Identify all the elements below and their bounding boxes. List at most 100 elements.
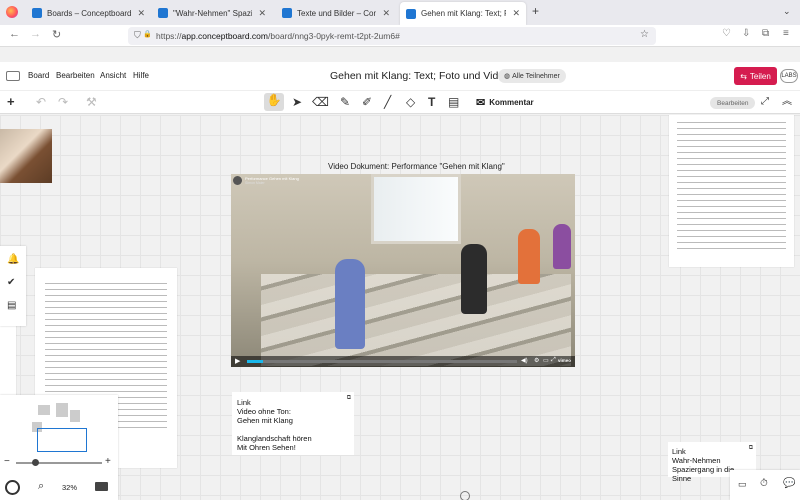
hand-tool-icon[interactable]: ✋ [264,93,284,111]
minimap-panel: − + ⌕ 32% [0,395,118,500]
share-button[interactable]: ⇆ Teilen [734,67,777,85]
eraser-icon[interactable]: ⌫ [312,95,329,109]
lock-icon[interactable]: 🔒 [143,30,152,38]
collapse-icon[interactable]: ︽ [782,95,792,109]
tab-label: Gehen mit Klang: Text; Foto und [421,9,506,18]
pocket-icon[interactable]: ♡ [722,28,731,39]
external-link-icon[interactable]: ⧉ [749,444,753,453]
bottom-drag-handle-icon[interactable] [460,491,470,500]
tab-gehen-mit-klang[interactable]: Gehen mit Klang: Text; Foto und ✕ [400,2,526,25]
video-controls: ▶ ◀) ⚙ ▭ ⤢ vimeo [231,356,575,367]
external-link-icon[interactable]: ⧉ [347,394,351,403]
check-circle-icon[interactable]: ✔ [7,277,15,288]
settings-gear-icon[interactable]: ⚙ [534,357,539,364]
labs-badge[interactable]: LABS [780,69,798,83]
shield-icon[interactable]: ⛉ [134,30,141,41]
link-line: Wahr-Nehmen [672,456,721,465]
back-arrow-icon[interactable]: ← [9,28,20,40]
link-line: Klanglandschaft hören [237,434,312,443]
photo-stairs[interactable] [0,129,52,183]
menu-icon[interactable]: ≡ [783,28,789,39]
video-progress-bar[interactable] [247,360,517,363]
zoom-slider-thumb[interactable] [32,459,39,466]
tab-wahr-nehmen[interactable]: "Wahr-Nehmen" Spaziergang in ✕ [152,3,272,23]
left-side-rail: 🔔 ✔ ▤ [0,246,26,326]
edit-mode-toggle[interactable]: Bearbeiten [710,97,756,109]
zoom-slider[interactable] [16,459,102,466]
chat-bubble-icon[interactable]: 💬 [783,478,795,489]
pip-icon[interactable]: ▭ [543,357,549,364]
zoom-in-button[interactable]: + [105,456,111,467]
list-all-tabs-icon[interactable]: ⌄ [783,6,791,17]
list-icon[interactable]: ▤ [7,300,16,311]
undo-icon[interactable]: ↶ [36,95,46,109]
tab-texte-und-bilder[interactable]: Texte und Bilder – Conceptbo ✕ [276,3,396,23]
shapes-icon[interactable]: ◇ [406,95,415,109]
add-icon[interactable]: + [7,95,15,109]
zoom-level[interactable]: 32% [62,483,77,492]
video-channel[interactable]: Simon Maier [245,181,299,185]
reload-icon[interactable]: ↻ [52,28,61,41]
vimeo-logo[interactable]: vimeo [558,358,571,363]
chat-icon[interactable] [6,71,20,81]
comment-button[interactable]: ✉ Kommentar [476,96,534,109]
marker-icon[interactable]: ✐ [362,95,372,109]
comment-icon: ✉ [476,97,486,109]
text-card-right[interactable] [669,115,794,267]
select-pointer-icon[interactable]: ➤ [292,95,302,109]
video-person-purple [553,224,571,269]
line-icon[interactable]: ╱ [384,95,391,109]
volume-icon[interactable]: ◀) [521,357,528,364]
zoom-out-button[interactable]: − [4,456,10,467]
firefox-icon[interactable] [6,6,18,18]
url-host: app.conceptboard.com [181,31,268,41]
bookmark-star-icon[interactable]: ☆ [640,29,649,40]
redo-icon[interactable]: ↷ [58,95,68,109]
zoom-magnifier-icon[interactable]: ⌕ [38,480,44,493]
close-icon[interactable]: ✕ [252,8,266,19]
navigation-compass-icon[interactable] [5,480,20,495]
video-person-orange [518,229,540,284]
share-icon: ⇆ [740,71,747,81]
menu-hilfe[interactable]: Hilfe [133,71,149,80]
embedded-video[interactable]: Performance Gehen mit Klang Simon Maier … [231,174,575,367]
menu-bearbeiten[interactable]: Bearbeiten [56,71,95,80]
menu-board[interactable]: Board [28,71,49,80]
pen-icon[interactable]: ✎ [340,95,350,109]
timer-icon[interactable]: ⏱ [760,478,768,489]
text-icon[interactable]: T [428,95,435,109]
forward-arrow-icon[interactable]: → [30,28,41,40]
bell-icon[interactable]: 🔔 [7,254,19,265]
tab-boards[interactable]: Boards – Conceptboard ✕ [26,3,146,23]
url-path: /board/nng3-0pyk-remt-t2pt-2um6# [268,31,400,41]
fullscreen-video-icon[interactable]: ⤢ [551,357,556,364]
url-bar[interactable]: ⛉ 🔒 https://app.conceptboard.com/board/n… [128,27,656,45]
new-tab-button[interactable]: + [532,4,539,18]
fullscreen-icon[interactable]: ⤢ [761,95,769,109]
play-icon[interactable]: ▶ [235,357,240,365]
tab-label: "Wahr-Nehmen" Spaziergang in [173,8,253,18]
close-icon[interactable]: ✕ [506,8,520,19]
tab-label: Boards – Conceptboard [47,8,132,18]
format-painter-icon[interactable]: ⚒ [86,95,97,109]
participants-label: Alle Teilnehmer [512,72,560,80]
board-canvas[interactable]: Video Dokument: Performance "Gehen mit K… [0,115,800,500]
channel-avatar[interactable] [233,176,242,185]
close-icon[interactable]: ✕ [132,8,146,19]
board-title[interactable]: Gehen mit Klang: Text; Foto und Video [330,70,510,82]
close-icon[interactable]: ✕ [376,8,390,19]
downloads-icon[interactable]: ⇩ [742,28,750,39]
url-prefix: https:// [156,31,182,41]
menu-ansicht[interactable]: Ansicht [100,71,126,80]
screen-icon[interactable]: ▭ [738,479,747,490]
participants-badge[interactable]: ◍ Alle Teilnehmer [498,69,566,83]
extensions-icon[interactable]: ⧉ [762,28,769,39]
sticky-note-icon[interactable]: ▤ [448,95,459,109]
link-line: Video ohne Ton: [237,407,291,416]
minimap-viewport[interactable] [37,428,87,452]
tab-label: Texte und Bilder – Conceptbo [297,8,377,18]
present-screen-icon[interactable] [95,482,108,491]
globe-icon: ◍ [504,73,511,80]
link-card-video-ohne-ton[interactable]: ⧉ Link Video ohne Ton: Gehen mit Klang K… [232,392,354,455]
minimap-preview[interactable] [30,400,90,452]
